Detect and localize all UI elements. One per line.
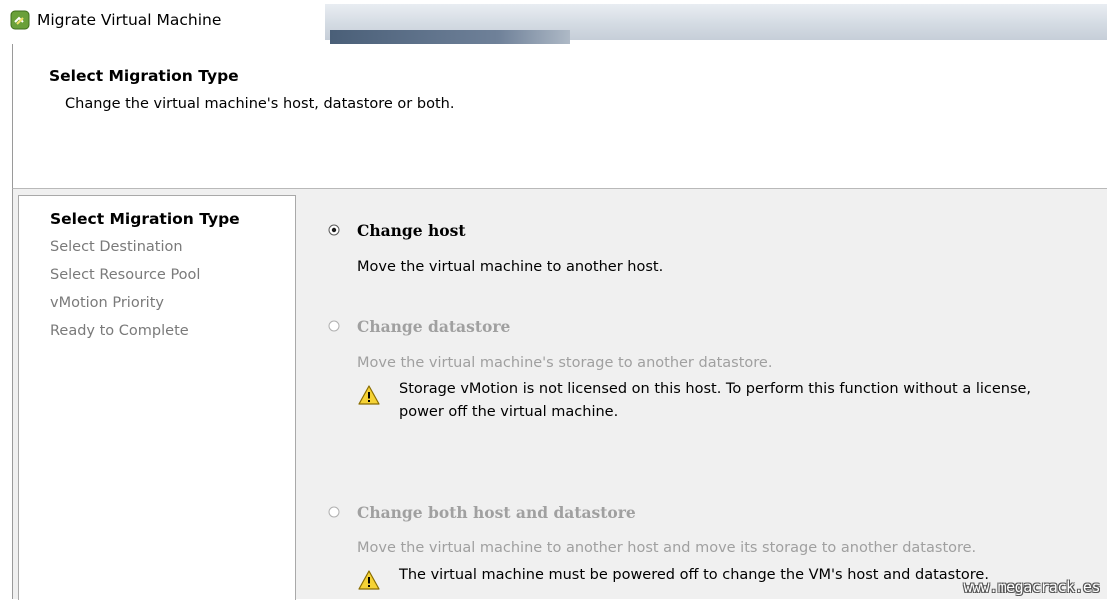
wizard-header: Select Migration Type Change the virtual…: [12, 44, 1107, 189]
change-datastore-description: Move the virtual machine's storage to an…: [357, 355, 773, 371]
change-both-description: Move the virtual machine to another host…: [357, 540, 977, 556]
step-select-resource-pool[interactable]: Select Resource Pool: [50, 267, 200, 283]
wizard-steps-panel: Select Migration Type Select Destination…: [18, 195, 296, 600]
warning-line-2: power off the virtual machine.: [399, 404, 619, 420]
radio-button-icon[interactable]: [328, 224, 340, 236]
watermark: www.megacrack.es: [963, 578, 1101, 596]
change-both-warning: The virtual machine must be powered off …: [399, 567, 989, 583]
radio-button-icon: [328, 320, 340, 332]
change-host-description: Move the virtual machine to another host…: [357, 259, 664, 275]
step-select-destination[interactable]: Select Destination: [50, 239, 183, 255]
change-both-label: Change both host and datastore: [357, 503, 636, 522]
warning-triangle-icon: [358, 385, 380, 405]
step-ready-to-complete[interactable]: Ready to Complete: [50, 323, 189, 339]
wizard-body: Select Migration Type Select Destination…: [12, 189, 1107, 600]
step-select-migration-type[interactable]: Select Migration Type: [50, 210, 240, 228]
window-title: Migrate Virtual Machine: [37, 11, 222, 29]
title-bar: Migrate Virtual Machine: [0, 0, 1107, 44]
step-vmotion-priority[interactable]: vMotion Priority: [50, 295, 164, 311]
radio-button-icon: [328, 506, 340, 518]
change-datastore-label: Change datastore: [357, 317, 511, 336]
page-subtitle: Change the virtual machine's host, datas…: [65, 96, 455, 112]
warning-triangle-icon: [358, 570, 380, 590]
title-bar-highlight: [330, 30, 570, 44]
change-host-label[interactable]: Change host: [357, 221, 466, 240]
warning-line-1: Storage vMotion is not licensed on this …: [399, 381, 1032, 397]
vsphere-migrate-icon: [10, 10, 30, 30]
page-title: Select Migration Type: [49, 67, 239, 85]
change-datastore-warning: Storage vMotion is not licensed on this …: [399, 378, 1031, 424]
